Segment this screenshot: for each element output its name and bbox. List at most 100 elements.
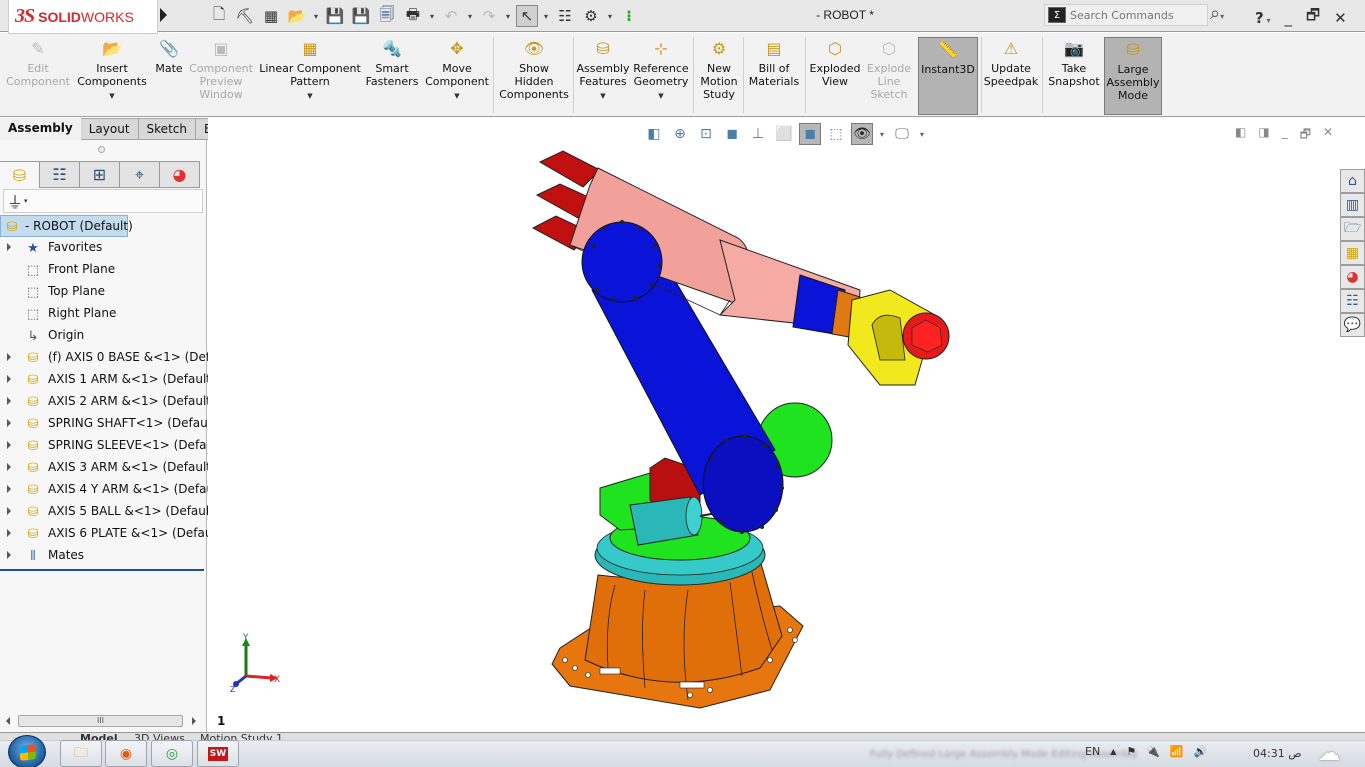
- minimize-button[interactable]: _: [1285, 9, 1293, 27]
- hide-show-items-icon[interactable]: ⬚: [825, 123, 847, 145]
- expand-arrow-icon[interactable]: [7, 441, 11, 449]
- expand-arrow-icon[interactable]: [7, 419, 11, 427]
- taskbar-clock[interactable]: 04:31 ص: [1253, 747, 1302, 760]
- scrollbar-thumb[interactable]: III: [18, 715, 183, 727]
- take-snapshot-button[interactable]: 📷 Take Snapshot: [1046, 37, 1102, 115]
- linear-component-pattern-button[interactable]: ▦ Linear Component Pattern ▼: [258, 37, 362, 115]
- filter-funnel-icon[interactable]: ⏚: [7, 189, 23, 213]
- edit-appearance-dropdown-arrow-icon[interactable]: ▾: [877, 123, 887, 145]
- tree-item[interactable]: ⛁ AXIS 2 ARM &<1> (Default): [0, 391, 216, 413]
- mate-button[interactable]: 📎 Mate: [152, 37, 186, 115]
- view-settings-icon[interactable]: 🖵: [891, 123, 913, 145]
- previous-view-icon[interactable]: ◧: [643, 123, 665, 145]
- featuremanager-tab[interactable]: ⛁: [0, 161, 40, 188]
- restore-button[interactable]: 🗗: [1306, 5, 1320, 30]
- edit-appearance-icon[interactable]: 👁: [851, 123, 873, 145]
- instant3d-button[interactable]: 📏 Instant3D: [918, 37, 978, 115]
- display-manager-tab[interactable]: ◕: [160, 161, 200, 188]
- expand-arrow-icon[interactable]: [7, 375, 11, 383]
- tree-item[interactable]: ⛁ AXIS 6 PLATE &<1> (Default): [0, 523, 225, 545]
- start-button[interactable]: [8, 735, 46, 767]
- reference-geometry-dropdown-arrow-icon[interactable]: ▼: [658, 90, 663, 103]
- dimxpert-tab[interactable]: ⌖: [120, 161, 160, 188]
- tree-item[interactable]: ⛁ AXIS 1 ARM &<1> (Default): [0, 369, 216, 391]
- expand-arrow-icon[interactable]: [7, 397, 11, 405]
- expand-arrow-icon[interactable]: [7, 507, 11, 515]
- network-signal-icon[interactable]: 📶: [1170, 745, 1184, 758]
- move-component-dropdown-arrow-icon[interactable]: ▼: [454, 90, 459, 103]
- new-motion-study-button[interactable]: ⚙ New Motion Study: [698, 37, 740, 115]
- tree-item[interactable]: ⛁ (f) AXIS 0 BASE &<1> (Default): [0, 347, 238, 369]
- assembly-features-dropdown-arrow-icon[interactable]: ▼: [600, 90, 605, 103]
- insert-components-dropdown-arrow-icon[interactable]: ▼: [109, 90, 114, 103]
- solidworks-resources-icon[interactable]: ⌂: [1340, 169, 1365, 193]
- design-library-icon[interactable]: ▥: [1340, 193, 1365, 217]
- tree-end-rollback-bar[interactable]: [0, 569, 204, 571]
- expand-arrow-icon[interactable]: [7, 463, 11, 471]
- update-speedpak-button[interactable]: ⚠ Update Speedpak: [984, 37, 1039, 115]
- show-hidden-components-button[interactable]: 👁 Show Hidden Components: [496, 37, 572, 115]
- search-commands-box[interactable]: Σ: [1044, 4, 1208, 26]
- smart-fasteners-button[interactable]: 🔩 Smart Fasteners: [366, 37, 419, 115]
- tab-layout[interactable]: Layout: [80, 118, 139, 140]
- propertymanager-tab[interactable]: ☷: [40, 161, 80, 188]
- custom-properties-icon[interactable]: ☷: [1340, 289, 1365, 313]
- reference-geometry-button[interactable]: ⊹ Reference Geometry ▼: [632, 37, 690, 115]
- scroll-right-arrow-icon[interactable]: [192, 717, 196, 725]
- section-view-icon[interactable]: ⊥: [747, 123, 769, 145]
- search-commands-input[interactable]: [1070, 8, 1200, 22]
- explode-line-sketch-button[interactable]: ⬡ Explode Line Sketch: [864, 37, 914, 115]
- file-explorer-icon[interactable]: 🗁: [1340, 217, 1365, 241]
- command-search-mode-icon[interactable]: Σ: [1048, 7, 1066, 23]
- tab-sketch[interactable]: Sketch: [138, 118, 196, 140]
- edit-component-button[interactable]: ✎ Edit Component: [4, 37, 72, 115]
- firefox-taskbar[interactable]: ◉: [105, 740, 147, 767]
- volume-icon[interactable]: 🔊: [1194, 745, 1208, 758]
- linear-component-pattern-dropdown-arrow-icon[interactable]: ▼: [307, 90, 312, 103]
- tree-item[interactable]: ⫴ Mates: [0, 545, 207, 567]
- exploded-view-button[interactable]: ⬡ Exploded View: [808, 37, 862, 115]
- previous-document-icon[interactable]: ◧: [1235, 125, 1246, 146]
- display-style-icon[interactable]: ⬜: [773, 123, 795, 145]
- close-button[interactable]: ✕: [1334, 9, 1347, 27]
- next-document-icon[interactable]: ◨: [1258, 125, 1269, 146]
- panel-grip-handle[interactable]: [98, 146, 105, 153]
- appearances-icon[interactable]: ◕: [1340, 265, 1365, 289]
- view-settings-dropdown-arrow-icon[interactable]: ▾: [917, 123, 927, 145]
- expand-arrow-icon[interactable]: [7, 243, 11, 251]
- language-indicator[interactable]: EN: [1085, 745, 1100, 758]
- view-palette-icon[interactable]: ▦: [1340, 241, 1365, 265]
- tree-item[interactable]: ⛁ AXIS 3 ARM &<1> (Default): [0, 457, 216, 479]
- tree-item[interactable]: ⛁ AXIS 5 BALL &<1> (Default): [0, 501, 219, 523]
- zoom-to-fit-icon[interactable]: ⊕: [669, 123, 691, 145]
- tree-horizontal-scrollbar[interactable]: III: [4, 714, 200, 728]
- tree-item[interactable]: ⛁ AXIS 4 Y ARM &<1> (Default): [0, 479, 227, 501]
- action-center-flag-icon[interactable]: ⚑: [1126, 745, 1136, 758]
- expand-arrow-icon[interactable]: [7, 353, 11, 361]
- assembly-features-button[interactable]: ⛁ Assembly Features ▼: [576, 37, 630, 115]
- expand-arrow-icon[interactable]: [7, 551, 11, 559]
- solidworks-forum-icon[interactable]: 💬: [1340, 313, 1365, 337]
- graphics-area[interactable]: [208, 118, 1365, 732]
- help-button[interactable]: ? ▾: [1255, 9, 1271, 27]
- zoom-to-area-icon[interactable]: ⊡: [695, 123, 717, 145]
- expand-arrow-icon[interactable]: [7, 529, 11, 537]
- tree-filter[interactable]: ⏚ ▾: [3, 189, 203, 213]
- view-orientation-icon[interactable]: ◼: [721, 123, 743, 145]
- solidworks-2017-taskbar[interactable]: SW: [197, 740, 239, 767]
- tree-item[interactable]: ⬚ Right Plane: [0, 303, 207, 325]
- tree-item[interactable]: ⛁ SPRING SLEEVE<1> (Default): [0, 435, 227, 457]
- tree-item[interactable]: ⬚ Top Plane: [0, 281, 207, 303]
- expand-arrow-icon[interactable]: [7, 485, 11, 493]
- file-explorer-taskbar[interactable]: 🗀: [60, 740, 102, 767]
- tree-item[interactable]: ↳ Origin: [0, 325, 207, 347]
- insert-components-button[interactable]: 📂 Insert Components ▼: [76, 37, 148, 115]
- configurationmanager-tab[interactable]: ⊞: [80, 161, 120, 188]
- large-assembly-mode-button[interactable]: ⛁ Large Assembly Mode: [1104, 37, 1162, 115]
- tree-item[interactable]: ⛁ SPRING SHAFT<1> (Default): [0, 413, 220, 435]
- chrome-taskbar[interactable]: ◎: [151, 740, 193, 767]
- tree-item[interactable]: ⬚ Front Plane: [0, 259, 207, 281]
- tab-assembly[interactable]: Assembly: [0, 118, 81, 140]
- tree-item[interactable]: ★ Favorites: [0, 237, 207, 259]
- viewport-restore-button[interactable]: 🗗: [1300, 125, 1311, 146]
